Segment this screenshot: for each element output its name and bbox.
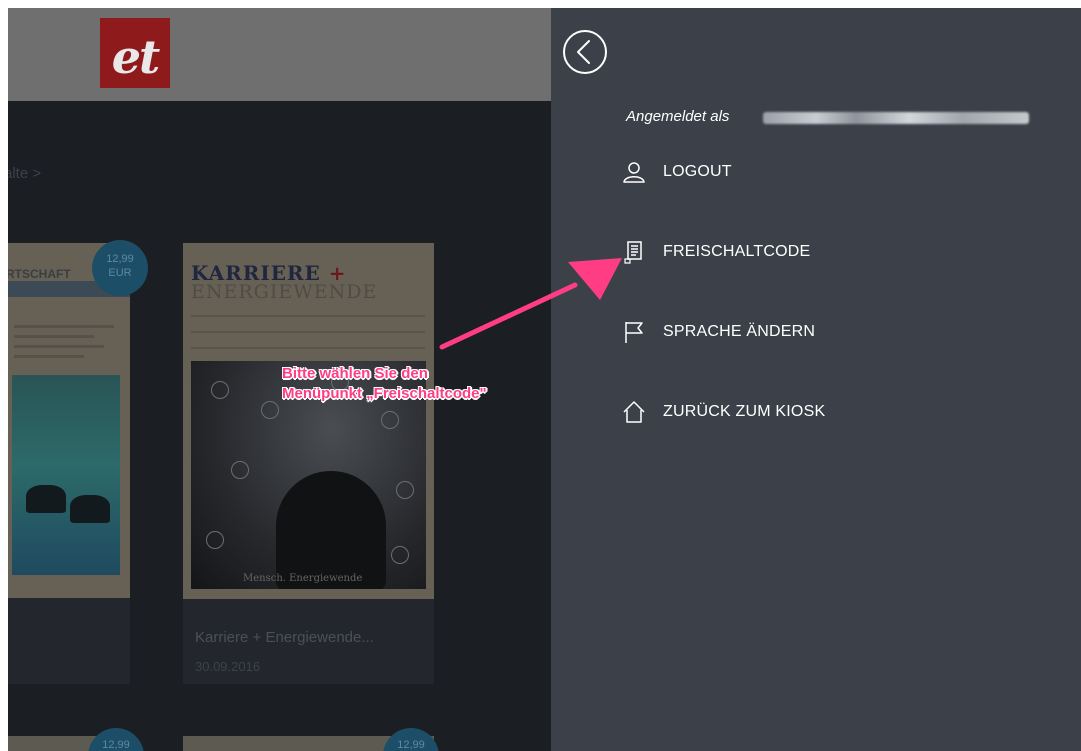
user-icon (623, 162, 645, 183)
menu-item-sprache-aendern[interactable]: SPRACHE ÄNDERN (621, 316, 815, 348)
price-badge: 12,99 EUR (92, 240, 148, 296)
cover-caption: Mensch. Energiewende (243, 573, 363, 584)
home-icon (623, 401, 645, 423)
menu-item-label: SPRACHE ÄNDERN (663, 323, 816, 340)
menu-item-zurueck-zum-kiosk[interactable]: ZURÜCK ZUM KIOSK (621, 396, 825, 428)
cover-subtitle: ENERGIEWENDE (191, 281, 378, 303)
cover-masthead: RTSCHAFT (8, 267, 71, 281)
flag-icon (625, 322, 643, 343)
issue-title: Karriere + Energiewende... (195, 629, 374, 646)
logged-in-label: Angemeldet als (626, 108, 730, 125)
issue-card[interactable] (8, 598, 130, 684)
brand-logo: et (100, 18, 170, 88)
menu-item-freischaltcode[interactable]: FREISCHALTCODE (621, 236, 810, 268)
screen: et alte > RTSCHAFT 12,99 EUR KARRIERE + (0, 0, 1081, 751)
logged-in-email-redacted (763, 112, 1029, 124)
menu-item-label: LOGOUT (663, 163, 732, 180)
cover-photo (12, 375, 120, 575)
issue-card[interactable]: Karriere + Energiewende... 30.09.2016 (183, 599, 434, 684)
chevron-left-circle-icon (563, 30, 607, 74)
breadcrumb: alte > (8, 165, 42, 182)
price-badge: 12,99 (383, 728, 439, 751)
cover-person (276, 471, 386, 589)
app-header: et (8, 8, 551, 101)
document-code-icon (624, 241, 642, 264)
annotation-note: Bitte wählen Sie den Menüpunkt „Freischa… (282, 365, 487, 402)
price-badge: 12,99 (88, 728, 144, 751)
menu-item-label: FREISCHALTCODE (663, 243, 811, 260)
magazine-cover[interactable]: KARRIERE + ENERGIEWENDE Mensch. Energiew… (183, 243, 434, 599)
back-button[interactable] (561, 28, 609, 76)
magazine-cover[interactable]: RTSCHAFT (8, 243, 130, 598)
menu-item-logout[interactable]: LOGOUT (621, 156, 732, 188)
menu-item-label: ZURÜCK ZUM KIOSK (663, 403, 826, 420)
issue-date: 30.09.2016 (195, 659, 261, 674)
side-menu: Angemeldet als LOGOUT FREISCHALTCODE SPR… (551, 8, 1081, 751)
